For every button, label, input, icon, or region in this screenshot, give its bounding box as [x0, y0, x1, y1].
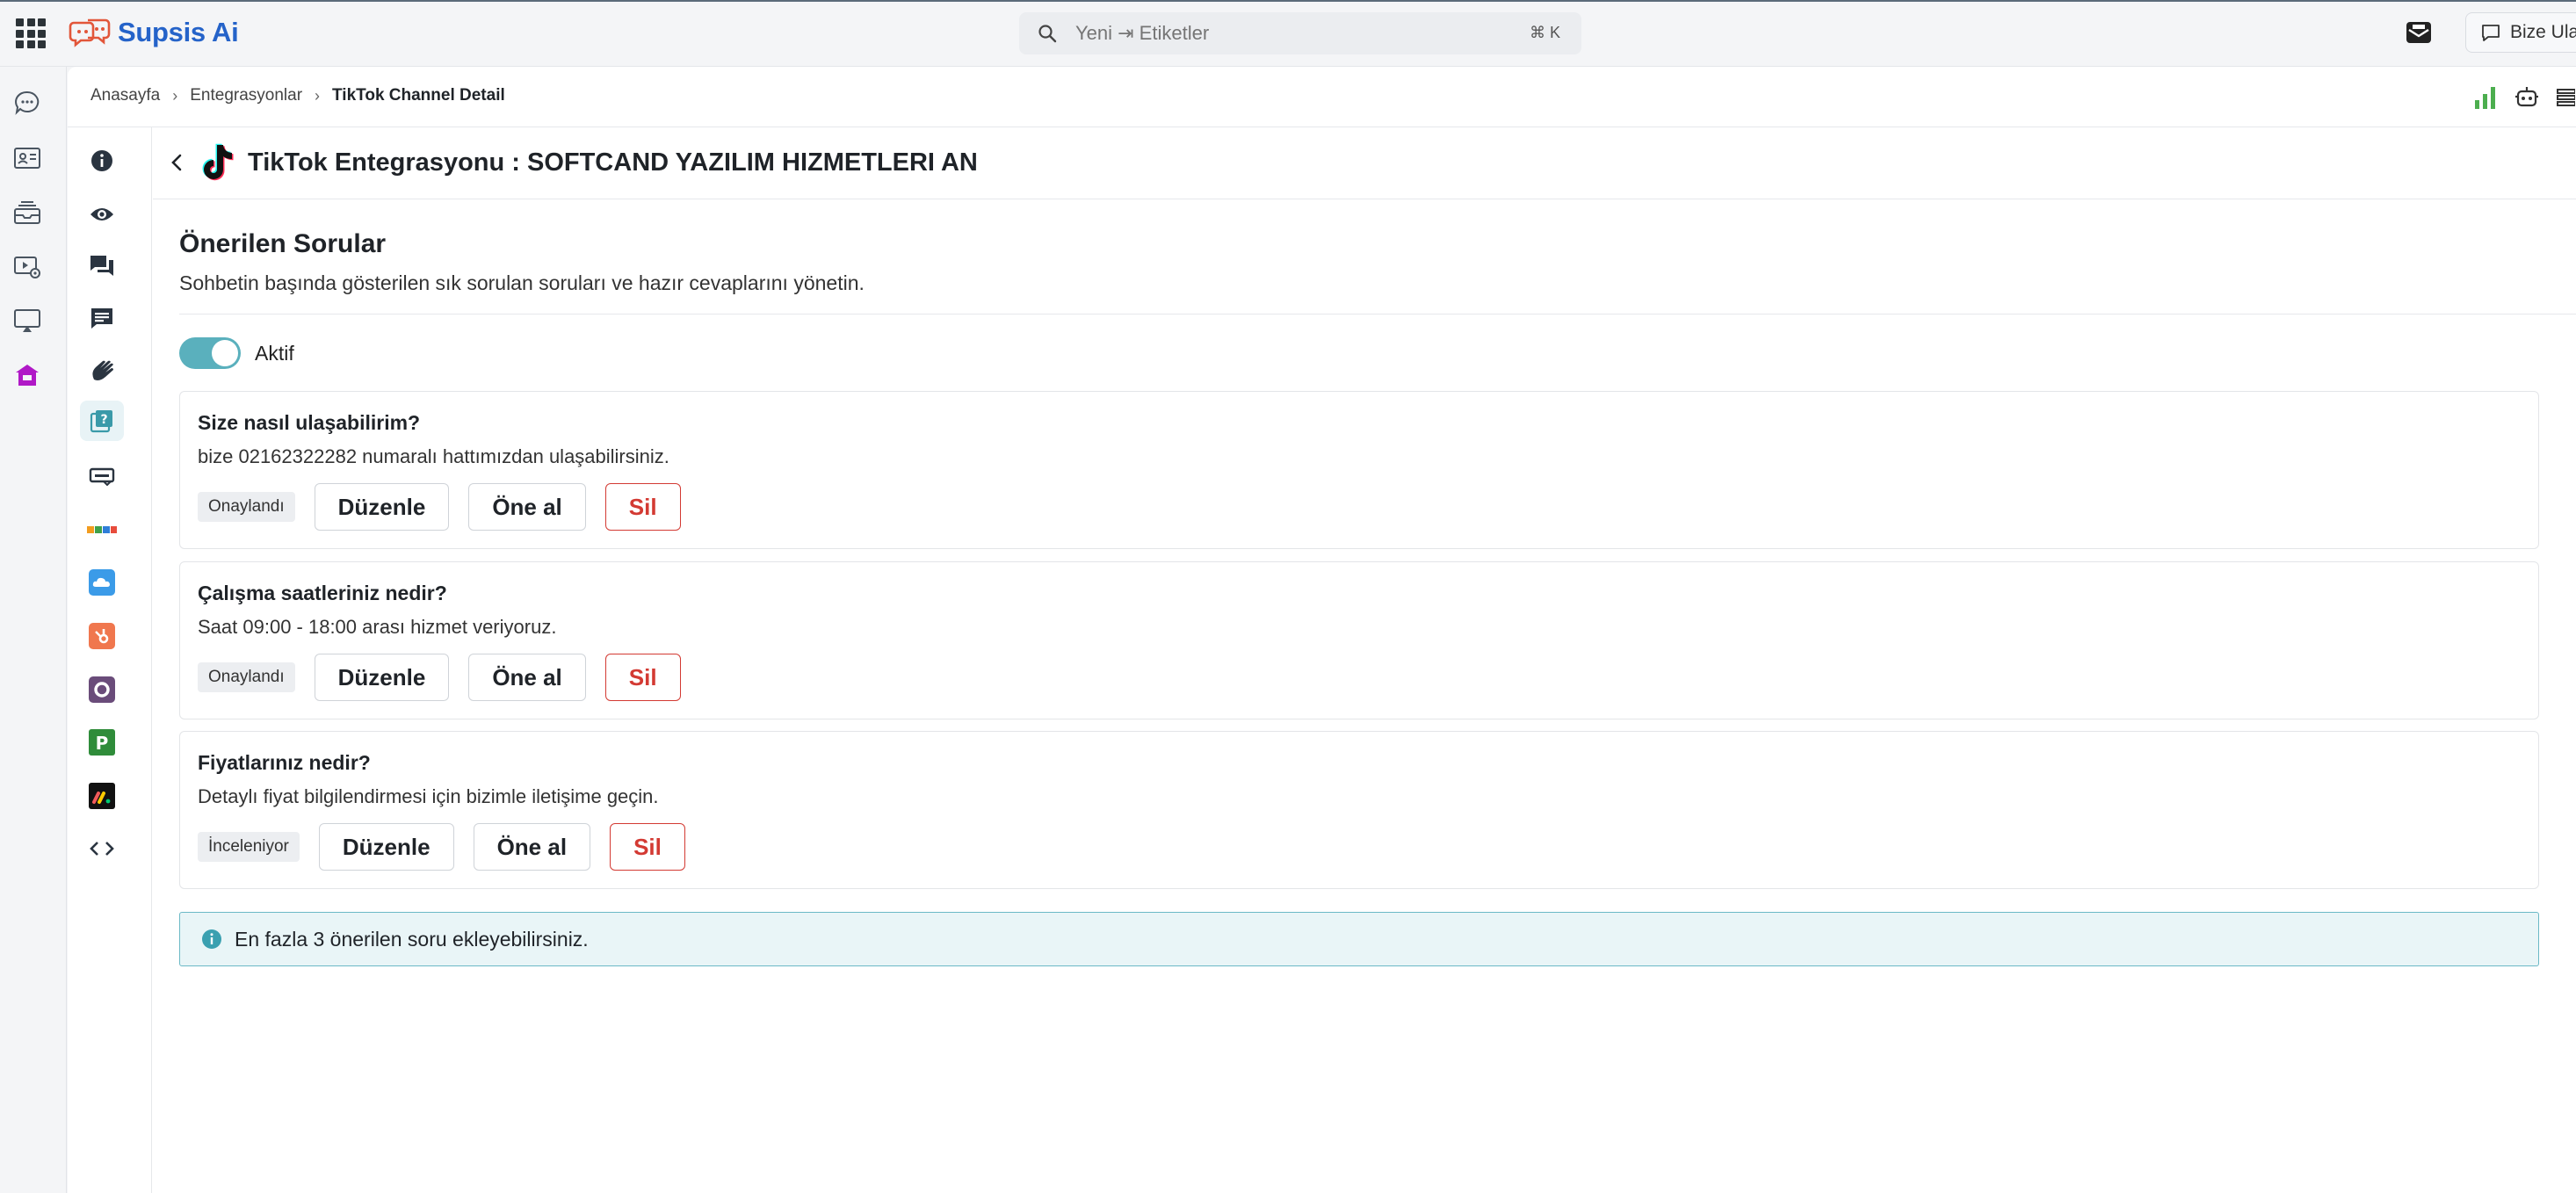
active-toggle-label: Aktif [255, 341, 294, 365]
screen-cast-icon[interactable] [12, 306, 42, 336]
store-icon[interactable] [12, 360, 42, 390]
forum-icon[interactable] [80, 246, 124, 286]
edit-button[interactable]: Düzenle [314, 654, 450, 701]
promote-button[interactable]: Öne al [468, 654, 586, 701]
search-shortcut-hint: ⌘ K [1529, 24, 1560, 41]
question-actions: İnceleniyor Düzenle Öne al Sil [198, 823, 705, 871]
chat-icon [2482, 25, 2500, 41]
breadcrumb-integrations[interactable]: Entegrasyonlar [190, 86, 302, 105]
delete-button[interactable]: Sil [610, 823, 685, 871]
edit-button[interactable]: Düzenle [318, 823, 454, 871]
rainbow-app-icon[interactable] [80, 510, 124, 550]
tiktok-logo-icon [202, 143, 234, 181]
status-badge: Onaylandı [198, 492, 295, 522]
question-text: Fiyatlarınız nedir? [198, 751, 371, 774]
breadcrumb-home[interactable]: Anasayfa [90, 86, 160, 105]
status-badge: İnceleniyor [198, 832, 300, 862]
toggle-knob [212, 340, 238, 366]
app-logo[interactable]: Supsis Ai [69, 16, 239, 49]
section-divider [179, 314, 2576, 315]
breadcrumb-separator: › [172, 86, 178, 105]
left-rail [0, 67, 67, 1193]
cloud-icon[interactable] [80, 562, 124, 603]
comment-icon[interactable] [80, 299, 124, 339]
question-card: Çalışma saatleriniz nedir? Saat 09:00 - … [179, 561, 2539, 719]
question-card: Size nasıl ulaşabilirim? bize 0216232228… [179, 391, 2539, 549]
promote-button[interactable]: Öne al [468, 483, 586, 531]
question-text: Size nasıl ulaşabilirim? [198, 411, 421, 434]
keyboard-icon[interactable] [80, 456, 124, 496]
supsis-logo-icon [69, 18, 111, 47]
answer-text: Detaylı fiyat bilgilendirmesi için bizim… [198, 785, 659, 807]
question-text: Çalışma saatleriniz nedir? [198, 582, 447, 604]
info-banner: En fazla 3 önerilen soru ekleyebilirsini… [179, 912, 2539, 966]
code-icon[interactable] [80, 828, 124, 869]
circle-app-icon[interactable] [80, 669, 124, 710]
section-description: Sohbetin başında gösterilen sık sorulan … [179, 271, 865, 294]
video-settings-icon[interactable] [12, 252, 42, 282]
breadcrumb-current: TikTok Channel Detail [332, 86, 505, 105]
app-name: Supsis Ai [118, 17, 239, 47]
svg-text:P: P [96, 733, 109, 754]
info-text: En fazla 3 önerilen soru ekleyebilirsini… [235, 927, 589, 951]
search-icon [1038, 25, 1057, 43]
answer-text: bize 02162322282 numaralı hattımızdan ul… [198, 445, 669, 467]
quiz-icon[interactable]: ? [80, 401, 124, 441]
eye-icon[interactable] [80, 194, 124, 235]
page-title: TikTok Entegrasyonu : SOFTCAND YAZILIM H… [248, 148, 978, 177]
status-badge: Onaylandı [198, 662, 295, 692]
contact-card-icon[interactable] [12, 143, 42, 173]
delete-button[interactable]: Sil [604, 483, 681, 531]
top-bar: Supsis Ai ⌘ K Bize Ula [0, 0, 2576, 67]
page-header: TikTok Entegrasyonu : SOFTCAND YAZILIM H… [153, 127, 2576, 199]
delete-button[interactable]: Sil [604, 654, 681, 701]
active-toggle[interactable] [179, 337, 241, 369]
info-icon[interactable] [80, 141, 124, 181]
signal-bars-icon[interactable] [2472, 84, 2499, 111]
question-actions: Onaylandı Düzenle Öne al Sil [198, 483, 700, 531]
info-circle-icon [202, 929, 221, 949]
monday-app-icon[interactable] [80, 776, 124, 816]
p-app-icon[interactable]: P [80, 722, 124, 763]
breadcrumb-separator: › [315, 86, 321, 105]
answer-text: Saat 09:00 - 18:00 arası hizmet veriyoru… [198, 616, 557, 638]
list-view-icon[interactable] [2556, 84, 2575, 111]
hubspot-icon[interactable] [80, 616, 124, 656]
contact-us-label: Bize Ula [2510, 22, 2576, 42]
contact-us-button[interactable]: Bize Ula [2465, 12, 2576, 53]
section-title: Önerilen Sorular [179, 229, 387, 258]
waving-hand-icon[interactable] [80, 351, 124, 392]
breadcrumb: Anasayfa › Entegrasyonlar › TikTok Chann… [90, 86, 505, 105]
edit-button[interactable]: Düzenle [314, 483, 450, 531]
active-toggle-row: Aktif [179, 337, 294, 369]
integration-subnav: ? P [68, 127, 152, 1193]
svg-text:?: ? [100, 413, 107, 427]
top-border [0, 0, 2576, 2]
apps-grid-icon[interactable] [16, 18, 46, 48]
mail-icon[interactable] [2404, 19, 2434, 46]
back-arrow-icon[interactable] [167, 152, 188, 173]
promote-button[interactable]: Öne al [473, 823, 591, 871]
chat-bubble-icon[interactable] [12, 88, 42, 118]
question-actions: Onaylandı Düzenle Öne al Sil [198, 654, 700, 701]
global-search[interactable]: ⌘ K [1019, 12, 1581, 54]
bot-icon[interactable] [2514, 84, 2540, 111]
inbox-icon[interactable] [12, 198, 42, 228]
search-input[interactable] [1075, 22, 1497, 45]
question-card: Fiyatlarınız nedir? Detaylı fiyat bilgil… [179, 731, 2539, 889]
